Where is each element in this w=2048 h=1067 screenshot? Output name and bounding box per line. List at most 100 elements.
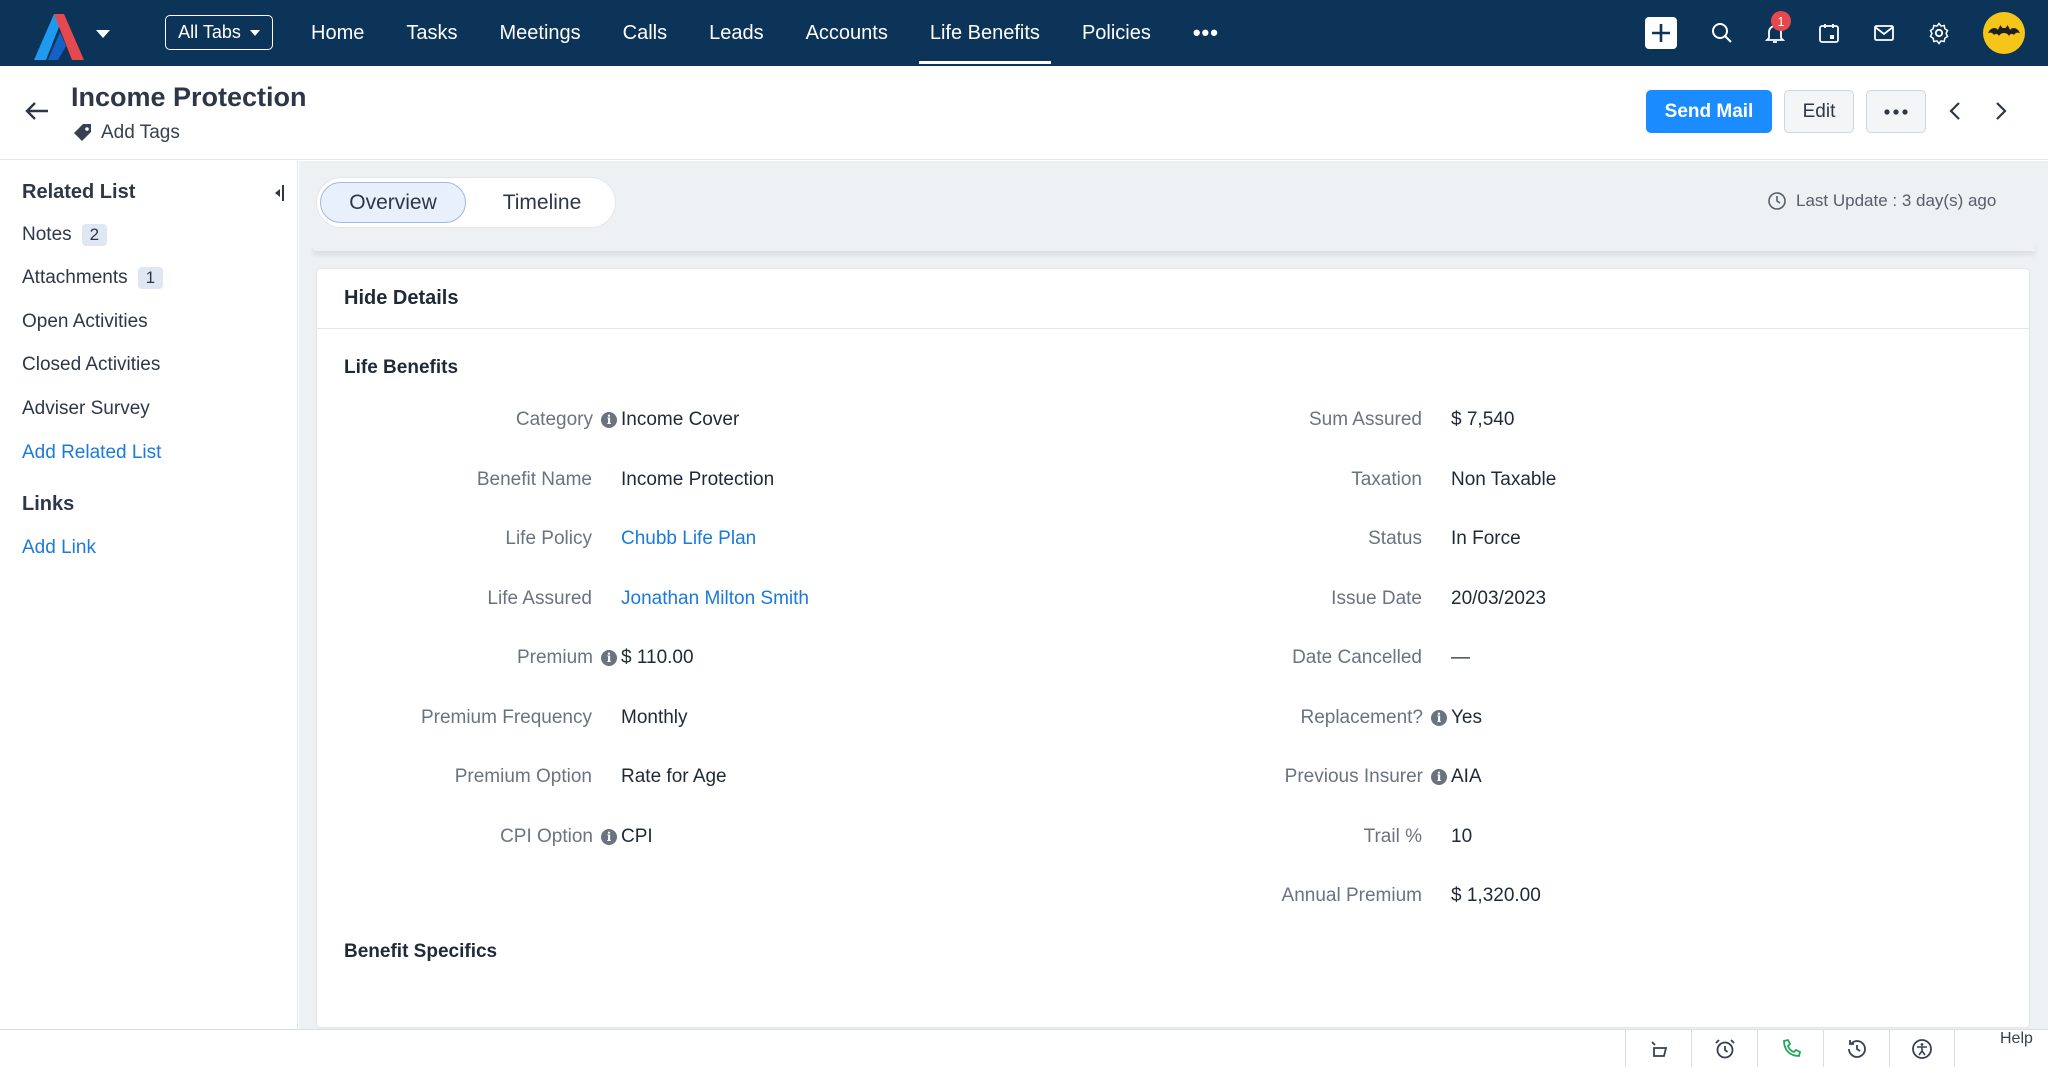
tab-life-benefits[interactable]: Life Benefits xyxy=(909,0,1061,66)
bottom-toolbar: Help xyxy=(0,1029,2048,1067)
field-label-status: Status xyxy=(1368,528,1422,549)
phone-icon xyxy=(1782,1038,1801,1057)
field-label-date-cancelled: Date Cancelled xyxy=(1292,647,1422,668)
search-button[interactable] xyxy=(1706,17,1738,49)
help-link[interactable]: Help xyxy=(2000,1030,2033,1048)
signals-icon xyxy=(1650,1041,1667,1057)
sidebar-item-closed-activities[interactable]: Closed Activities xyxy=(22,354,160,376)
telephony-button[interactable] xyxy=(1757,1030,1823,1067)
field-label-premium-option: Premium Option xyxy=(454,766,592,787)
chevron-right-icon[interactable] xyxy=(1988,99,2012,123)
alarm-clock-icon xyxy=(1714,1039,1735,1059)
section-title-benefit-specifics: Benefit Specifics xyxy=(344,941,498,962)
chevron-left-icon[interactable] xyxy=(1944,99,1968,123)
send-mail-button[interactable]: Send Mail xyxy=(1646,90,1772,133)
sidebar-item-attachments[interactable]: Attachments 1 xyxy=(22,267,164,289)
tab-timeline[interactable]: Timeline xyxy=(477,182,607,223)
mail-button[interactable] xyxy=(1868,17,1900,49)
hide-details-toggle[interactable]: Hide Details xyxy=(344,287,458,310)
tab-leads[interactable]: Leads xyxy=(688,0,785,66)
gear-icon xyxy=(1929,22,1949,45)
signals-button[interactable] xyxy=(1625,1030,1691,1067)
accessibility-icon xyxy=(1912,1039,1932,1059)
app-switcher-caret-icon[interactable] xyxy=(96,30,110,38)
field-label-benefit-name: Benefit Name xyxy=(476,469,592,490)
tag-icon xyxy=(74,124,91,141)
tab-accounts[interactable]: Accounts xyxy=(785,0,909,66)
edit-button[interactable]: Edit xyxy=(1784,90,1854,133)
field-label-life-policy: Life Policy xyxy=(505,528,592,549)
last-update-text: Last Update : 3 day(s) ago xyxy=(1796,191,1997,210)
top-navigation-bar: All Tabs Home Tasks Meetings Calls Leads… xyxy=(0,0,2048,66)
user-avatar[interactable] xyxy=(1983,12,2025,54)
field-value-previous-insurer: AIA xyxy=(1451,766,1482,787)
label-text: Premium xyxy=(516,647,593,668)
field-value-status: In Force xyxy=(1451,528,1521,549)
add-tags-label: Add Tags xyxy=(101,122,180,143)
app-logo-icon[interactable] xyxy=(34,14,90,60)
card-header: Hide Details xyxy=(317,269,2029,329)
tab-overview[interactable]: Overview xyxy=(320,182,466,223)
tab-home[interactable]: Home xyxy=(290,0,385,66)
life-assured-link[interactable]: Jonathan Milton Smith xyxy=(621,588,809,610)
links-heading: Links xyxy=(22,493,75,515)
more-actions-button[interactable] xyxy=(1866,90,1926,133)
notification-count-badge: 1 xyxy=(1771,11,1791,31)
add-link-link[interactable]: Add Link xyxy=(22,537,96,559)
settings-button[interactable] xyxy=(1923,17,1955,49)
tab-policies[interactable]: Policies xyxy=(1061,0,1172,66)
sidebar-item-notes[interactable]: Notes 2 xyxy=(22,224,108,246)
add-tags-button[interactable]: Add Tags xyxy=(71,121,180,145)
label-text: Category xyxy=(515,409,593,430)
calendar-button[interactable] xyxy=(1813,17,1845,49)
label-text: Replacement? xyxy=(1300,707,1423,728)
life-policy-link[interactable]: Chubb Life Plan xyxy=(621,528,756,550)
field-label-premium-frequency: Premium Frequency xyxy=(420,707,592,728)
more-dots-icon xyxy=(1884,108,1908,115)
sidebar-item-adviser-survey[interactable]: Adviser Survey xyxy=(22,398,150,420)
label-text: Previous Insurer xyxy=(1284,766,1423,787)
info-icon[interactable]: i xyxy=(601,412,617,428)
field-label-cpi-option: CPI Option i xyxy=(347,826,617,848)
field-label-previous-insurer: Previous Insurer i xyxy=(1117,766,1447,788)
create-new-button[interactable] xyxy=(1645,17,1677,49)
info-icon[interactable]: i xyxy=(601,650,617,666)
recent-items-button[interactable] xyxy=(1823,1030,1889,1067)
field-label-taxation: Taxation xyxy=(1351,469,1422,490)
sidebar-item-open-activities[interactable]: Open Activities xyxy=(22,311,148,333)
info-icon[interactable]: i xyxy=(1431,710,1447,726)
record-title: Income Protection xyxy=(71,82,307,112)
all-tabs-label: All Tabs xyxy=(178,22,241,42)
collapse-sidebar-icon[interactable] xyxy=(272,183,286,203)
field-label-issue-date: Issue Date xyxy=(1331,588,1422,609)
tab-tasks[interactable]: Tasks xyxy=(385,0,478,66)
all-tabs-dropdown[interactable]: All Tabs xyxy=(165,15,273,50)
field-value-trail: 10 xyxy=(1451,826,1473,847)
sidebar-item-label: Adviser Survey xyxy=(22,398,150,419)
calendar-icon xyxy=(1819,24,1839,43)
record-header: Income Protection Add Tags Send Mail Edi… xyxy=(0,66,2048,160)
caret-down-icon xyxy=(249,29,260,36)
info-icon[interactable]: i xyxy=(1431,769,1447,785)
back-arrow-icon[interactable] xyxy=(22,96,52,126)
sidebar-item-label: Closed Activities xyxy=(22,354,161,375)
more-tabs-button[interactable]: ••• xyxy=(1172,0,1240,66)
sidebar-item-label: Notes xyxy=(22,224,72,245)
tab-calls[interactable]: Calls xyxy=(602,0,688,66)
accessibility-button[interactable] xyxy=(1889,1030,1955,1067)
field-value-taxation: Non Taxable xyxy=(1451,469,1557,490)
search-icon xyxy=(1712,23,1732,43)
field-value-annual-premium: $ 1,320.00 xyxy=(1451,885,1541,906)
tab-meetings[interactable]: Meetings xyxy=(478,0,601,66)
field-value-category: Income Cover xyxy=(621,409,740,430)
bat-avatar-icon xyxy=(1988,25,2020,36)
field-label-replacement: Replacement? i xyxy=(1117,707,1447,729)
section-title-life-benefits: Life Benefits xyxy=(344,357,459,378)
related-list-heading: Related List xyxy=(22,181,136,203)
details-card: Hide Details Life Benefits Category i In… xyxy=(316,268,2030,1028)
field-value-cpi-option: CPI xyxy=(621,826,653,847)
reminders-button[interactable] xyxy=(1691,1030,1757,1067)
sidebar-item-label: Open Activities xyxy=(22,311,148,332)
info-icon[interactable]: i xyxy=(601,829,617,845)
add-related-list-link[interactable]: Add Related List xyxy=(22,442,161,464)
